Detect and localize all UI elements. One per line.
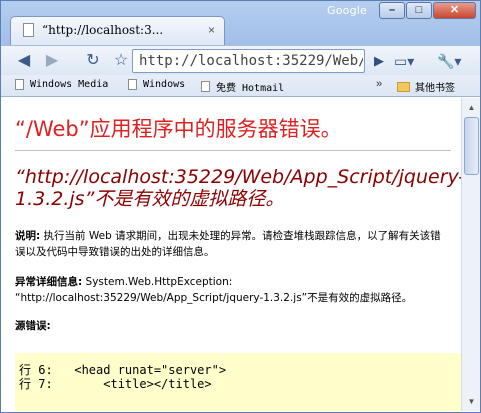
page-icon xyxy=(15,79,24,90)
code-line: 行 7: <title></title> xyxy=(19,377,212,391)
maximize-button[interactable]: □ xyxy=(406,2,432,19)
tab-title: “http://localhost:3... xyxy=(42,23,164,37)
description-label: 说明: xyxy=(15,230,41,242)
page-icon xyxy=(201,81,210,92)
scrollbar-thumb[interactable] xyxy=(464,117,479,175)
other-bookmarks[interactable]: 其他书签 xyxy=(397,79,455,94)
bookmark-hotmail[interactable]: 免费 Hotmail xyxy=(201,79,284,94)
error-title: “/Web”应用程序中的服务器错误。 xyxy=(15,117,342,141)
wrench-menu-icon[interactable]: 🔧▾ xyxy=(437,50,475,72)
address-bar-url[interactable]: http://localhost:35229/Web/ xyxy=(139,53,363,69)
vertical-scrollbar[interactable]: ▲ ▼ xyxy=(461,98,480,411)
code-line: 行 6: <head runat="server"> xyxy=(19,363,227,377)
bookmark-star-icon[interactable]: ☆ xyxy=(110,50,132,72)
folder-icon xyxy=(397,81,410,92)
source-code: 行 6: <head runat="server"> 行 7: <title><… xyxy=(19,363,226,391)
exception-details: 异常详细信息: System.Web.HttpException: “http:… xyxy=(15,274,449,306)
google-brand: Google xyxy=(327,4,367,17)
page-icon xyxy=(23,23,34,37)
browser-tab[interactable]: “http://localhost:3... × xyxy=(10,16,225,45)
source-code-box: 行 6: <head runat="server"> 行 7: <title><… xyxy=(15,353,461,411)
title-bar[interactable]: Google – □ ✕ “http://localhost:3... × xyxy=(1,1,480,45)
exception-label: 异常详细信息: xyxy=(15,276,83,288)
page-icon xyxy=(128,79,137,90)
error-subtitle: “http://localhost:35229/Web/App_Script/j… xyxy=(15,166,461,210)
bookmark-windows-media[interactable]: Windows Media xyxy=(15,79,108,90)
divider xyxy=(15,150,451,151)
reload-button[interactable]: ↻ xyxy=(82,50,104,72)
source-error-label: 源错误: xyxy=(15,320,51,332)
bookmark-label: Windows Media xyxy=(30,79,109,90)
bookmark-windows[interactable]: Windows xyxy=(128,79,185,90)
exception-text: “http://localhost:35229/Web/App_Script/j… xyxy=(15,292,413,304)
page-menu-button[interactable]: ▭▾ xyxy=(394,50,432,72)
other-bookmarks-label: 其他书签 xyxy=(415,83,455,94)
window-controls: – □ ✕ xyxy=(378,2,476,19)
scroll-up-arrow-icon[interactable]: ▲ xyxy=(464,100,479,115)
navigation-toolbar: ◀ ▶ ↻ ☆ http://localhost:35229/Web/ ▶ ▭▾… xyxy=(1,45,480,75)
bookmark-label: Windows xyxy=(143,79,186,90)
bookmark-label: 免费 Hotmail xyxy=(216,83,285,94)
browser-window: Google – □ ✕ “http://localhost:3... × ◀ … xyxy=(0,0,481,413)
address-bar[interactable]: http://localhost:35229/Web/ xyxy=(132,49,365,73)
bookmarks-bar: Windows Media Windows 免费 Hotmail » 其他书签 xyxy=(1,75,480,97)
description-text: 执行当前 Web 请求期间，出现未处理的异常。请检查堆栈跟踪信息，以了解有关该错… xyxy=(15,230,441,258)
exception-type: System.Web.HttpException: xyxy=(85,276,233,288)
minimize-button[interactable]: – xyxy=(379,2,405,19)
scroll-down-arrow-icon[interactable]: ▼ xyxy=(464,394,479,409)
close-window-button[interactable]: ✕ xyxy=(433,2,476,19)
bookmarks-overflow-chevron[interactable]: » xyxy=(376,78,382,90)
tab-close-icon[interactable]: × xyxy=(208,23,215,37)
back-button[interactable]: ◀ xyxy=(13,50,35,72)
description-paragraph: 说明: 执行当前 Web 请求期间，出现未处理的异常。请检查堆栈跟踪信息，以了解… xyxy=(15,228,449,260)
forward-button[interactable]: ▶ xyxy=(41,50,63,72)
page-content: “/Web”应用程序中的服务器错误。 “http://localhost:352… xyxy=(1,98,461,411)
go-button[interactable]: ▶ xyxy=(370,50,388,72)
